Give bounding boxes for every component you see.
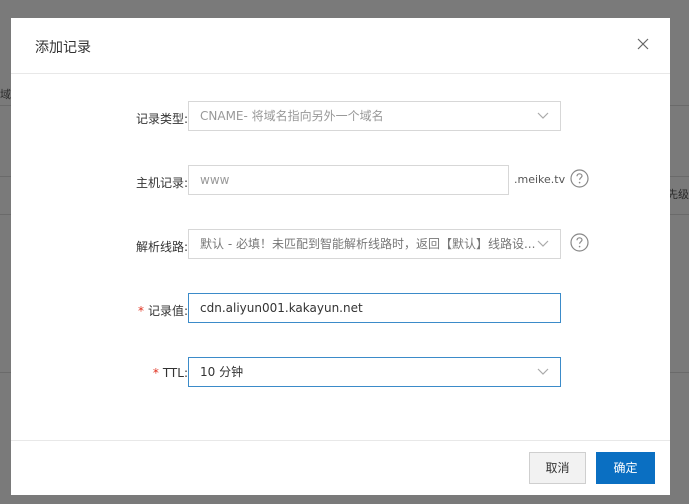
domain-suffix: .meike.tv [514,173,566,186]
chevron-down-icon [537,368,549,375]
chevron-down-icon [537,112,549,119]
ttl-row: * TTL: 10 分钟 [11,357,670,389]
ttl-label-text: TTL: [162,366,188,380]
help-icon[interactable] [570,169,589,188]
line-label: 解析线路: [135,240,188,254]
required-mark: * [152,366,159,380]
dialog-header: 添加记录 [11,18,670,74]
record-value-label-text: 记录值: [147,304,188,318]
chevron-down-icon [537,240,549,247]
host-input[interactable]: www [188,165,509,195]
record-type-row: 记录类型: CNAME- 将域名指向另外一个域名 [11,101,670,133]
close-icon[interactable] [636,37,650,51]
host-label: 主机记录: [135,176,188,190]
line-value: 默认 - 必填！未匹配到智能解析线路时，返回【默认】线路设... [200,237,536,251]
record-type-select[interactable]: CNAME- 将域名指向另外一个域名 [188,101,561,131]
record-type-value: CNAME- 将域名指向另外一个域名 [200,109,384,123]
record-value-text: cdn.aliyun001.kakayun.net [200,301,363,315]
ttl-select[interactable]: 10 分钟 [188,357,561,387]
cancel-button[interactable]: 取消 [529,452,586,484]
line-select[interactable]: 默认 - 必填！未匹配到智能解析线路时，返回【默认】线路设... [188,229,561,259]
confirm-button[interactable]: 确定 [596,452,655,484]
add-record-dialog: 添加记录 记录类型: CNAME- 将域名指向另外一个域名 主机记录: www … [11,18,670,495]
record-type-label: 记录类型: [135,112,188,126]
record-value-input[interactable]: cdn.aliyun001.kakayun.net [188,293,561,323]
dialog-footer: 取消 确定 [11,440,670,495]
background-text-fragment: 先级 [667,188,689,201]
record-value-row: * 记录值: cdn.aliyun001.kakayun.net [11,293,670,325]
record-value-label: * 记录值: [138,302,188,319]
line-row: 解析线路: 默认 - 必填！未匹配到智能解析线路时，返回【默认】线路设... [11,229,670,261]
ttl-label: * TTL: [153,366,188,380]
host-placeholder: www [200,173,230,187]
required-mark: * [137,304,144,318]
host-row: 主机记录: www .meike.tv [11,165,670,197]
help-icon[interactable] [570,233,589,252]
dialog-title: 添加记录 [35,40,91,56]
ttl-value: 10 分钟 [200,365,244,379]
